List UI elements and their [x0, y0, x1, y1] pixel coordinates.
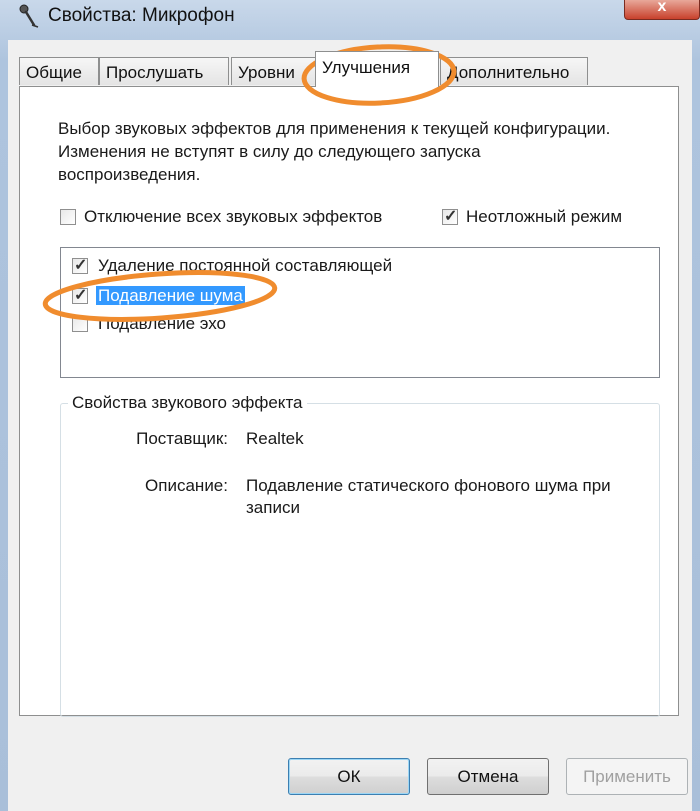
effect-label-dc-removal[interactable]: Удаление постоянной составляющей [98, 256, 392, 276]
tab-enhancements[interactable]: Улучшения [315, 51, 439, 87]
selected-item-highlight: Подавление шума [96, 286, 245, 305]
disable-all-effects-label[interactable]: Отключение всех звуковых эффектов [84, 207, 382, 227]
immediate-mode-label[interactable]: Неотложный режим [466, 207, 622, 227]
description-text: Выбор звуковых эффектов для применения к… [58, 119, 611, 184]
effect-label-noise-suppression[interactable]: Подавление шума [96, 286, 245, 306]
cancel-button[interactable]: Отмена [427, 758, 549, 795]
tab-label: Дополнительно [447, 63, 570, 82]
tab-bar: Общие Прослушать Уровни Дополнительно Ул… [19, 51, 679, 87]
tab-label: Общие [26, 63, 82, 82]
close-icon: x [657, 0, 667, 15]
title-bar[interactable]: Свойства: Микрофон x [0, 0, 700, 40]
window-title: Свойства: Микрофон [48, 5, 235, 26]
effect-label-echo-cancellation[interactable]: Подавление эхо [98, 314, 226, 334]
tab-advanced[interactable]: Дополнительно [440, 57, 588, 85]
description-label: Описание: [145, 476, 228, 495]
check-icon: ✓ [74, 287, 88, 304]
tab-listen[interactable]: Прослушать [99, 57, 229, 85]
microphone-icon [19, 4, 39, 28]
tab-general[interactable]: Общие [19, 57, 99, 85]
close-button[interactable]: x [624, 0, 700, 20]
effect-properties-title: Свойства звукового эффекта [68, 393, 307, 413]
tab-label: Прослушать [106, 63, 204, 82]
properties-window: Свойства: Микрофон x Общие Прослушать Ур… [0, 0, 700, 811]
tab-label: Уровни [238, 63, 295, 82]
provider-label: Поставщик: [136, 429, 228, 448]
effect-checkbox-echo-cancellation[interactable] [72, 316, 88, 332]
apply-button[interactable]: Применить [566, 758, 688, 795]
check-icon: ✓ [444, 208, 458, 225]
description-value: Подавление статического фонового шума пр… [246, 476, 611, 517]
tab-label: Улучшения [322, 58, 411, 77]
tab-levels[interactable]: Уровни [231, 57, 317, 85]
provider-value: Realtek [246, 429, 304, 448]
disable-all-effects-checkbox[interactable] [60, 209, 76, 225]
effect-properties-group [60, 403, 660, 717]
check-icon: ✓ [74, 257, 88, 274]
immediate-mode-checkbox[interactable]: ✓ [442, 208, 458, 225]
ok-button[interactable]: ОК [288, 758, 410, 795]
effect-checkbox-dc-removal[interactable]: ✓ [72, 257, 88, 274]
effect-checkbox-noise-suppression[interactable]: ✓ [72, 287, 88, 304]
